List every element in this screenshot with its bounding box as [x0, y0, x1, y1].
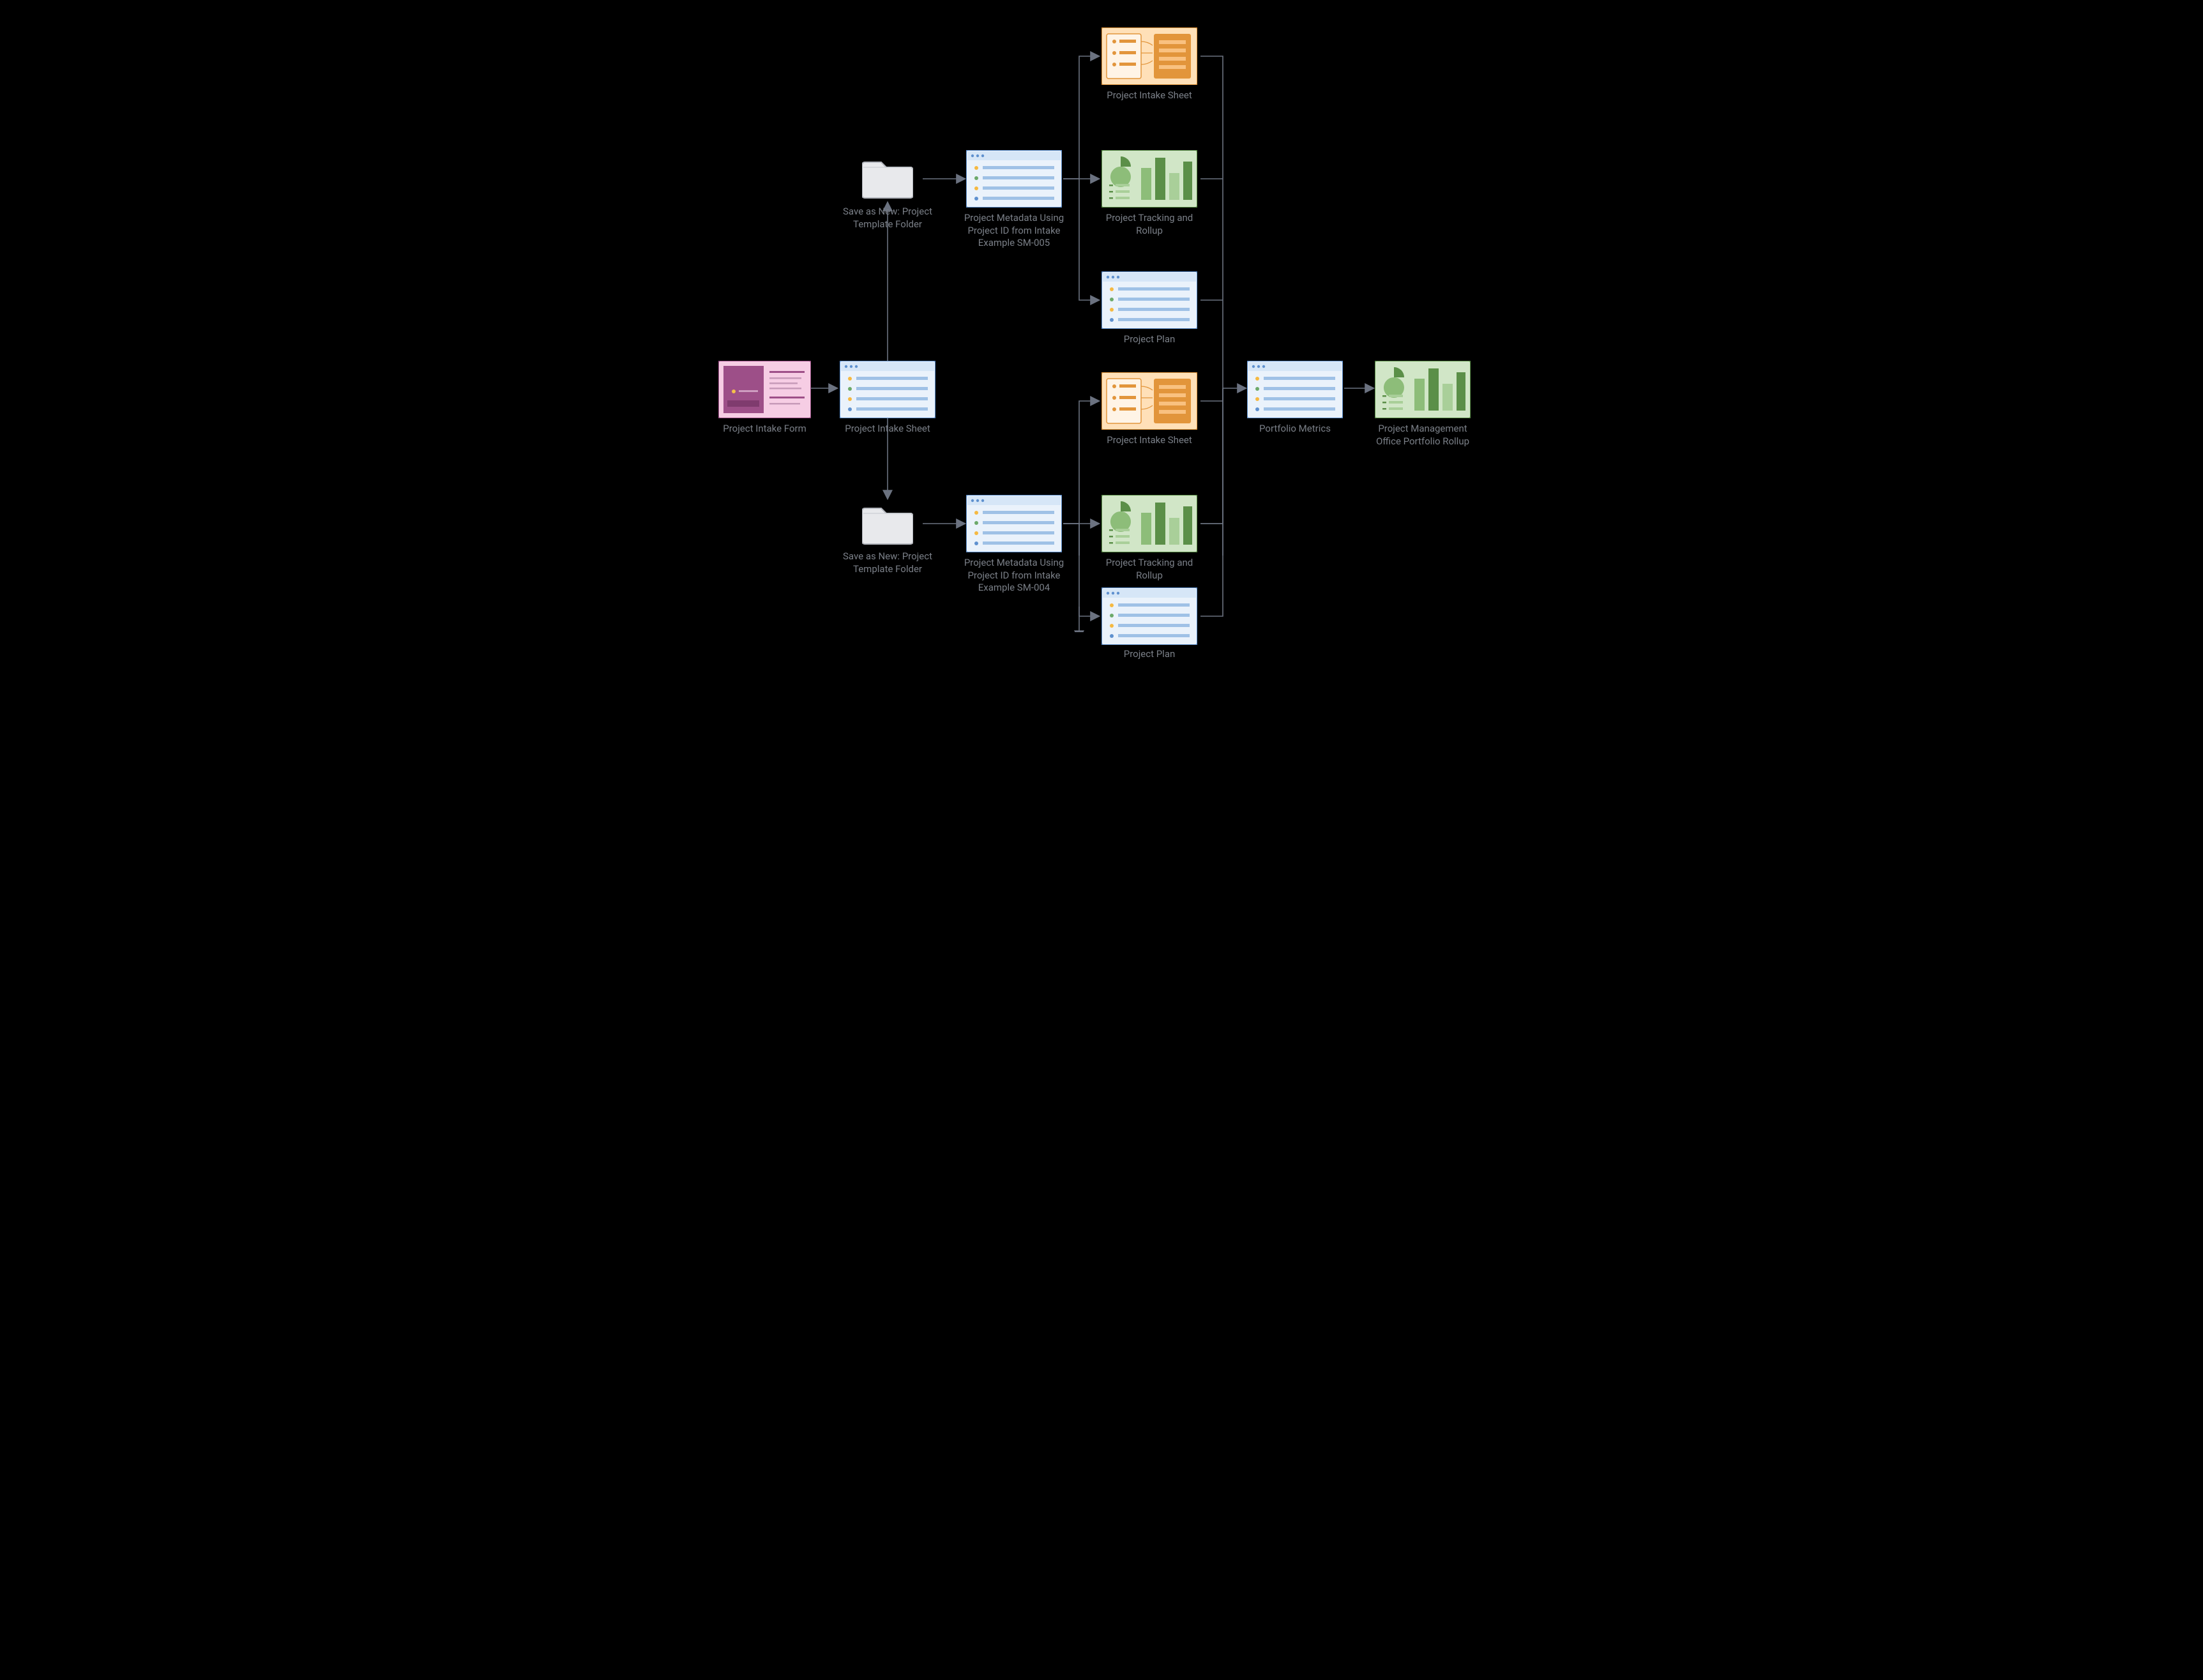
sheet-icon [1102, 271, 1197, 329]
label-tracking-b: Project Tracking and Rollup [1095, 557, 1204, 582]
diagram-stage: Project Intake Form Project Intake Sheet… [699, 0, 1504, 677]
dashboard-icon [1375, 361, 1471, 418]
folder-icon [862, 153, 913, 199]
label-tracking-a: Project Tracking and Rollup [1095, 212, 1204, 237]
label-pmo-rollup: Project Management Office Portfolio Roll… [1368, 423, 1477, 448]
form-icon [718, 361, 811, 418]
label-metadata-005: Project Metadata Using Project ID from I… [960, 212, 1068, 250]
dashboard-icon [1102, 150, 1197, 208]
report-icon [1102, 372, 1197, 430]
sheet-icon [1247, 361, 1343, 418]
label-plan-a: Project Plan [1095, 333, 1204, 346]
sheet-icon [966, 495, 1062, 552]
label-proj-intake-a: Project Intake Sheet [1095, 89, 1204, 102]
label-template-folder-1: Save as New: Project Template Folder [833, 206, 942, 231]
dashboard-icon [1102, 495, 1197, 552]
label-metadata-004: Project Metadata Using Project ID from I… [960, 557, 1068, 594]
label-intake-form: Project Intake Form [709, 423, 821, 435]
label-proj-intake-b: Project Intake Sheet [1095, 434, 1204, 447]
label-plan-b: Project Plan [1095, 648, 1204, 661]
label-template-folder-2: Save as New: Project Template Folder [833, 550, 942, 575]
sheet-icon [1102, 587, 1197, 645]
sheet-icon [840, 361, 935, 418]
folder-icon [862, 499, 913, 545]
report-icon [1102, 27, 1197, 85]
label-intake-sheet: Project Intake Sheet [830, 423, 945, 435]
label-portfolio-metrics: Portfolio Metrics [1241, 423, 1349, 435]
sheet-icon [966, 150, 1062, 208]
